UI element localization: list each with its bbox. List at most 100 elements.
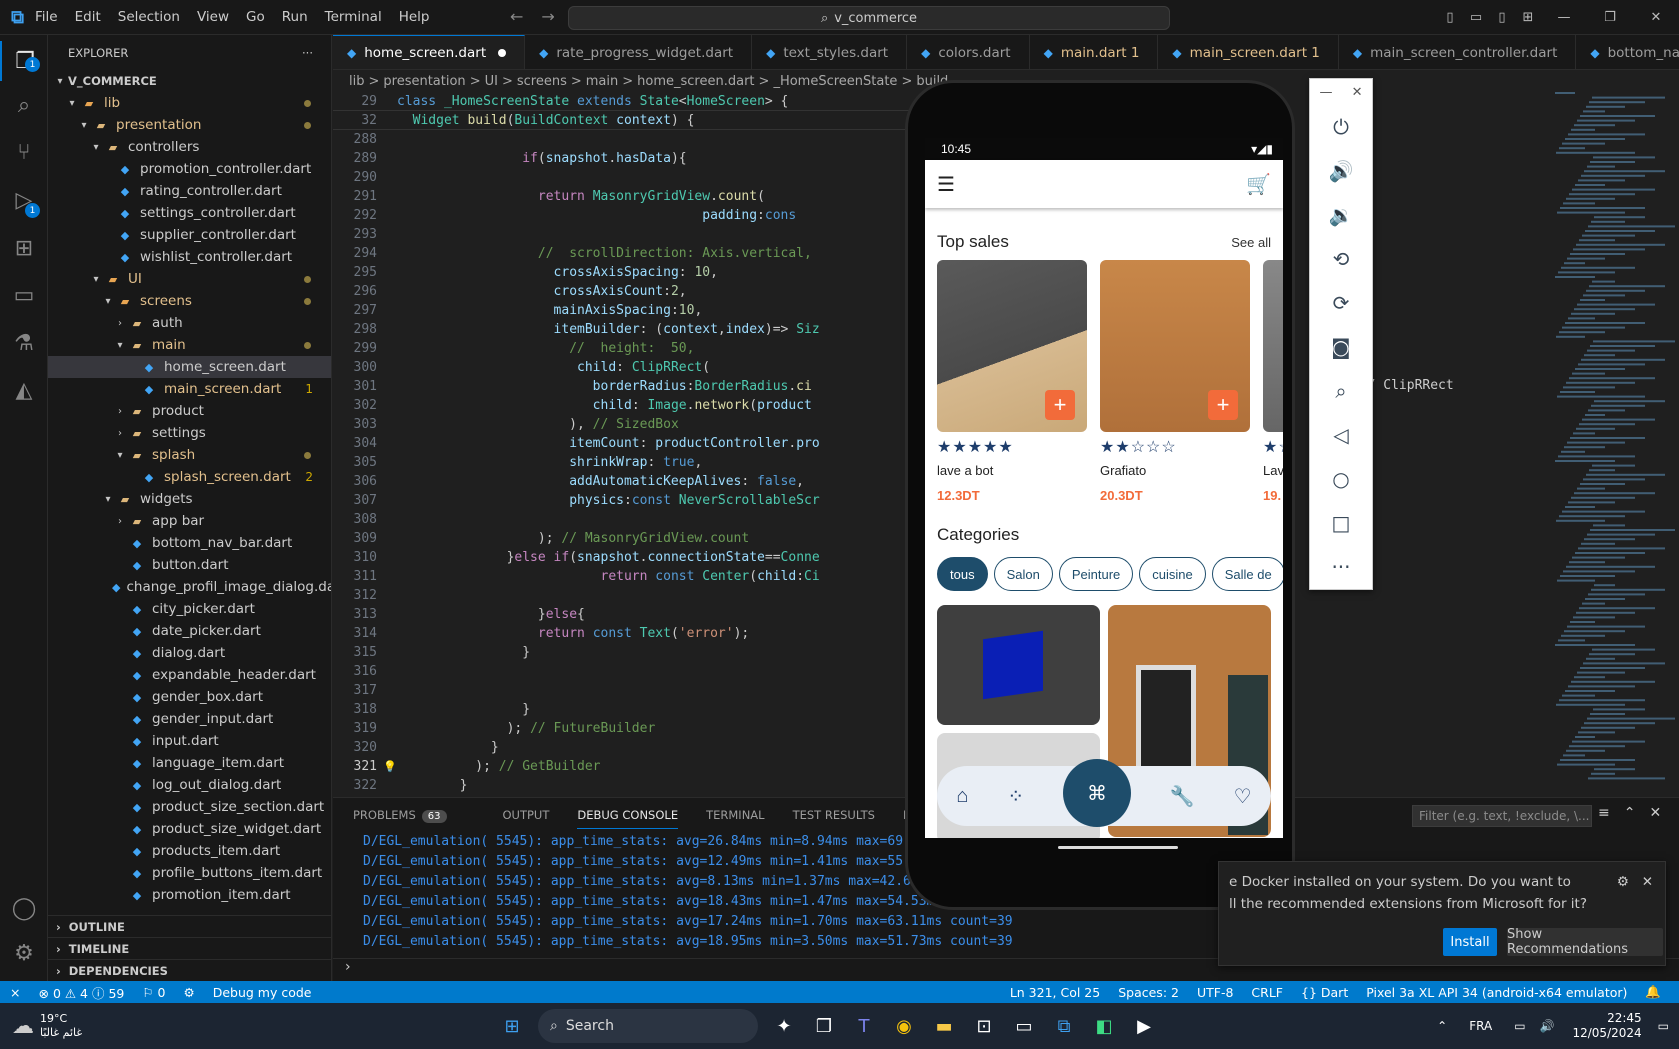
code-line[interactable]: 289 if(snapshot.hasData){ xyxy=(333,149,913,168)
code-line[interactable]: 307 physics:const NeverScrollableScr xyxy=(333,491,913,510)
code-line[interactable]: 294 // scrollDirection: Axis.vertical, xyxy=(333,244,913,263)
add-to-cart-plus-icon[interactable]: + xyxy=(1045,390,1075,420)
file-item[interactable]: ◆ product_size_section.dart xyxy=(48,796,331,818)
folder-item[interactable]: ▾ ▰ UI xyxy=(48,268,331,290)
line-ending[interactable]: CRLF xyxy=(1251,985,1283,1000)
ports-status[interactable]: ⚐ 0 xyxy=(142,985,165,1000)
folder-item[interactable]: › ▰ app bar xyxy=(48,510,331,532)
indentation[interactable]: Spaces: 2 xyxy=(1118,985,1179,1000)
chrome-icon[interactable]: ◉ xyxy=(884,1006,924,1046)
cart-icon[interactable]: 🛒 xyxy=(1246,172,1271,197)
code-line[interactable]: 308 xyxy=(333,510,913,529)
code-line[interactable]: 315 } xyxy=(333,643,913,662)
tools-icon[interactable]: 🔧 xyxy=(1170,784,1195,809)
code-line[interactable]: 299 // height: 50, xyxy=(333,339,913,358)
media-player-icon[interactable]: ▶ xyxy=(1124,1006,1164,1046)
panel-tab-output[interactable]: OUTPUT xyxy=(503,808,550,822)
code-line[interactable]: 322 } xyxy=(333,776,913,795)
flutter-device[interactable]: Pixel 3a XL API 34 (android-x64 emulator… xyxy=(1366,985,1627,1000)
folder-item[interactable]: ▾ ▰ widgets xyxy=(48,488,331,510)
code-line[interactable]: 316 xyxy=(333,662,913,681)
menu-go[interactable]: Go xyxy=(246,9,265,25)
volume-up-icon[interactable]: 🔊 xyxy=(1310,149,1372,193)
more-icon[interactable]: ··· xyxy=(1310,545,1372,589)
wishlist-heart-icon[interactable]: ♡ xyxy=(1234,784,1252,809)
overview-icon[interactable]: □ xyxy=(1310,501,1372,545)
menu-selection[interactable]: Selection xyxy=(118,9,180,25)
code-line[interactable]: 300 child: ClipRRect( xyxy=(333,358,913,377)
tab-main-screen[interactable]: ◆ main_screen.dart 1 xyxy=(1158,35,1339,69)
input-language[interactable]: FRA xyxy=(1469,1019,1492,1033)
section-dependencies[interactable]: › DEPENDENCIES xyxy=(48,959,331,981)
menu-run[interactable]: Run xyxy=(282,9,308,25)
vscode-taskbar-icon[interactable]: ⧉ xyxy=(1044,1006,1084,1046)
file-item[interactable]: ◆ supplier_controller.dart xyxy=(48,224,331,246)
product-card[interactable]: + ★★☆☆☆ Grafiato 20.3DT xyxy=(1100,260,1250,503)
breadcrumb-item[interactable]: screens xyxy=(517,74,567,89)
breadcrumb-item[interactable]: lib xyxy=(349,74,364,89)
file-item[interactable]: ◆ date_picker.dart xyxy=(48,620,331,642)
customize-layout-icon[interactable]: ⊞ xyxy=(1515,10,1541,25)
code-line[interactable]: 319 ); // FutureBuilder xyxy=(333,719,913,738)
tab-home-screen[interactable]: ◆ home_screen.dart xyxy=(333,35,526,69)
file-item[interactable]: ◆ rating_controller.dart xyxy=(48,180,331,202)
workspace-root[interactable]: ▾ V_COMMERCE xyxy=(48,70,331,92)
task-view-icon[interactable]: ❐ xyxy=(804,1006,844,1046)
language-mode[interactable]: {} Dart xyxy=(1301,985,1348,1000)
code-line[interactable]: 293 xyxy=(333,225,913,244)
code-line[interactable]: 298 itemBuilder: (context,index)=> Siz xyxy=(333,320,913,339)
tray-chevron-up-icon[interactable]: ⌃ xyxy=(1437,1019,1447,1033)
category-chip[interactable]: Peinture xyxy=(1058,557,1134,591)
code-line[interactable]: 309 ); // MasonryGridView.count xyxy=(333,529,913,548)
remote-explorer-icon[interactable]: ▭ xyxy=(0,275,48,315)
scan-ar-button-icon[interactable]: ⌘ xyxy=(1063,759,1131,827)
file-item[interactable]: ◆ main_screen.dart 1 xyxy=(48,378,331,400)
lightbulb-icon[interactable]: 💡 xyxy=(383,760,397,773)
search-icon[interactable]: ⌕ xyxy=(0,85,48,125)
unsaved-dot-icon[interactable] xyxy=(498,49,507,57)
code-line[interactable]: 311 return const Center(child:Ci xyxy=(333,567,913,586)
file-item[interactable]: ◆ dialog.dart xyxy=(48,642,331,664)
close-icon[interactable]: ✕ xyxy=(1352,85,1363,100)
add-to-cart-plus-icon[interactable]: + xyxy=(1208,390,1238,420)
folder-item[interactable]: ▾ ▰ splash xyxy=(48,444,331,466)
breadcrumb-item[interactable]: presentation xyxy=(383,74,465,89)
tab-rate-progress-widget[interactable]: ◆ rate_progress_widget.dart xyxy=(525,35,753,69)
panel-tab-test-results[interactable]: TEST RESULTS xyxy=(793,808,875,822)
zoom-icon[interactable]: ⌕ xyxy=(1310,369,1372,413)
android-studio-icon[interactable]: ◧ xyxy=(1084,1006,1124,1046)
emulator-window-controls[interactable]: — ✕ xyxy=(1310,79,1372,105)
taskbar-search[interactable]: ⌕ Search xyxy=(538,1009,758,1043)
tab-bottom-nav-bar[interactable]: ◆ bottom_nav_bar.d xyxy=(1576,35,1679,69)
menu-edit[interactable]: Edit xyxy=(75,9,101,25)
tab-main[interactable]: ◆ main.dart 1 xyxy=(1030,35,1159,69)
cursor-position[interactable]: Ln 321, Col 25 xyxy=(1010,985,1100,1000)
account-icon[interactable]: ◯ xyxy=(0,888,48,928)
flutter-icon[interactable]: ◭ xyxy=(0,370,48,410)
emulator-screen[interactable]: 10:45 ▾◢▮ ☰ 🛒 Top sales See all + ★★★★★ la… xyxy=(925,138,1283,838)
show-recommendations-button[interactable]: Show Recommendations xyxy=(1507,927,1663,957)
code-editor[interactable]: 29 class _HomeScreenState extends State<H… xyxy=(333,92,913,795)
tab-main-screen-controller[interactable]: ◆ main_screen_controller.dart xyxy=(1339,35,1577,69)
folder-item[interactable]: › ▰ auth xyxy=(48,312,331,334)
toggle-sidebar-icon[interactable]: ▯ xyxy=(1437,10,1463,25)
grid-item-cube[interactable] xyxy=(937,605,1100,725)
camera-icon[interactable]: ◙ xyxy=(1310,325,1372,369)
menu-terminal[interactable]: Terminal xyxy=(325,9,382,25)
code-line[interactable]: 291 return MasonryGridView.count( xyxy=(333,187,913,206)
rotate-left-icon[interactable]: ⟲ xyxy=(1310,237,1372,281)
code-line[interactable]: 301 borderRadius:BorderRadius.ci xyxy=(333,377,913,396)
notifications-bell-icon[interactable]: 🔔 xyxy=(1645,984,1661,1000)
folder-item[interactable]: ▾ ▰ screens xyxy=(48,290,331,312)
testing-icon[interactable]: ⚗ xyxy=(0,323,48,363)
home-icon[interactable]: ○ xyxy=(1310,457,1372,501)
problems-status[interactable]: ⊗ 0 ⚠ 4 ⓘ 59 xyxy=(38,983,124,1002)
panel-tab-debug-console[interactable]: DEBUG CONSOLE xyxy=(577,801,679,829)
back-icon[interactable]: ◁ xyxy=(1310,413,1372,457)
minimize-icon[interactable]: — xyxy=(1320,85,1333,100)
code-line[interactable]: 296 crossAxisCount:2, xyxy=(333,282,913,301)
remote-icon[interactable]: ⨯ xyxy=(10,985,20,1000)
code-line[interactable]: 314 return const Text('error'); xyxy=(333,624,913,643)
panel-tab-problems[interactable]: PROBLEMS 63 xyxy=(353,808,475,823)
breadcrumb-item[interactable]: home_screen.dart xyxy=(637,74,754,89)
